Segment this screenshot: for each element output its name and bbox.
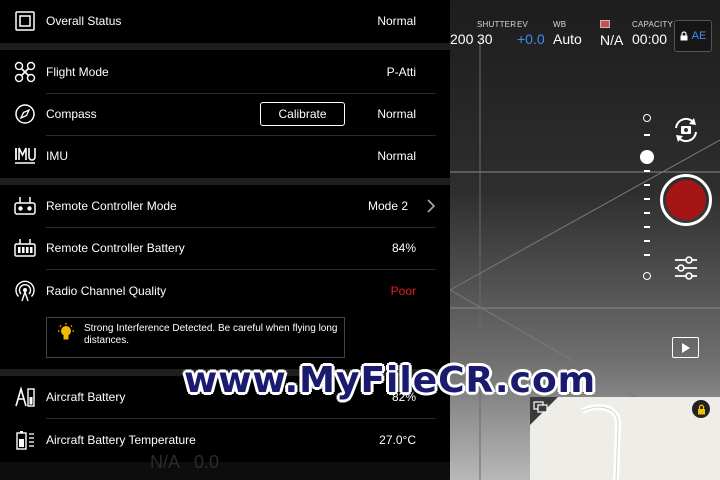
switch-camera-icon[interactable]: [670, 114, 702, 146]
imu-label: IMU: [46, 149, 68, 163]
playback-button[interactable]: [672, 337, 699, 358]
rc-mode-label: Remote Controller Mode: [46, 199, 177, 213]
flight-mode-label: Flight Mode: [46, 65, 109, 79]
slider-tick: [644, 134, 650, 136]
imu-icon: [14, 145, 36, 167]
compass-label: Compass: [46, 107, 97, 121]
calibrate-compass-button[interactable]: Calibrate: [260, 102, 345, 126]
map-toggle-icon[interactable]: [530, 397, 558, 425]
remote-controller-icon: [14, 195, 36, 217]
sd-card-icon: [600, 20, 623, 30]
ev-value: +0.0: [517, 31, 545, 47]
slider-tick: [644, 254, 650, 256]
map-lock-button[interactable]: [692, 400, 710, 418]
aircraft-status-panel: Overall Status Normal Flight Mode P-Atti…: [0, 0, 450, 480]
overall-status-label: Overall Status: [46, 14, 122, 28]
aircraft-battery-icon: [14, 386, 36, 408]
battery-temperature-icon: [14, 429, 36, 451]
storage-value: N/A: [600, 32, 624, 48]
slider-bottom-dot: [643, 272, 651, 280]
rc-battery-row: Remote Controller Battery 84%: [0, 227, 450, 269]
ae-lock-button[interactable]: AE: [674, 20, 712, 52]
shutter-label: SHUTTER: [477, 20, 517, 29]
rc-mode-value: Mode 2: [367, 199, 408, 213]
slider-tick: [644, 226, 650, 228]
ghost-readout: N/A 0.0: [150, 452, 220, 472]
watermark-text: www.MyFileCR.com: [184, 360, 597, 401]
ae-label: AE: [691, 30, 707, 42]
overall-status-row: Overall Status Normal: [0, 0, 450, 42]
overall-status-value: Normal: [377, 14, 416, 28]
battery-temperature-label: Aircraft Battery Temperature: [46, 433, 196, 447]
compass-row: Compass Normal: [0, 93, 450, 135]
radio-quality-value: Poor: [390, 284, 416, 298]
slider-tick: [644, 198, 650, 200]
slider-tick: [644, 212, 650, 214]
rc-battery-icon: [14, 237, 36, 259]
lock-icon: [680, 31, 688, 41]
chevron-right-icon[interactable]: [426, 199, 436, 213]
battery-temperature-value: 27.0°C: [379, 433, 416, 447]
record-button-core: [666, 180, 706, 220]
compass-icon: [14, 103, 36, 125]
map-lock-icon: [697, 404, 705, 414]
compass-value: Normal: [377, 107, 416, 121]
aircraft-battery-label: Aircraft Battery: [46, 390, 126, 404]
drone-icon: [14, 61, 36, 83]
flight-mode-row: Flight Mode P-Atti: [0, 51, 450, 93]
interference-warning: Strong Interference Detected. Be careful…: [46, 317, 345, 358]
camera-settings-icon[interactable]: [673, 255, 699, 281]
iso-value: 200: [450, 31, 474, 47]
overall-status-icon: [14, 10, 36, 32]
capacity-readout[interactable]: CAPACITY 00:00: [632, 20, 673, 47]
play-icon: [681, 342, 690, 353]
slider-top-dot: [643, 114, 651, 122]
lightbulb-icon: [58, 323, 74, 340]
rc-battery-label: Remote Controller Battery: [46, 241, 185, 255]
radio-quality-row: Radio Channel Quality Poor: [0, 270, 450, 312]
panel-footer: [0, 462, 450, 480]
rc-mode-row[interactable]: Remote Controller Mode Mode 2: [0, 185, 450, 227]
storage-readout[interactable]: N/A: [600, 20, 623, 48]
slider-tick: [644, 184, 650, 186]
radio-quality-label: Radio Channel Quality: [46, 284, 167, 298]
section-separator: [0, 43, 450, 50]
slider-knob[interactable]: [640, 150, 654, 164]
imu-value: Normal: [377, 149, 416, 163]
wb-value: Auto: [553, 31, 582, 47]
slider-tick: [644, 170, 650, 172]
capacity-value: 00:00: [632, 31, 668, 47]
wb-readout[interactable]: WB Auto: [553, 20, 582, 47]
section-separator: [0, 178, 450, 185]
interference-warning-text: Strong Interference Detected. Be careful…: [84, 323, 338, 346]
slider-tick: [644, 240, 650, 242]
radio-signal-icon: [14, 280, 36, 302]
record-button[interactable]: [660, 174, 712, 226]
shutter-readout[interactable]: SHUTTER 30: [477, 20, 516, 47]
ev-label: EV: [517, 20, 529, 29]
capacity-label: CAPACITY: [632, 20, 674, 29]
flight-mode-value: P-Atti: [386, 65, 416, 79]
imu-row: IMU Normal: [0, 135, 450, 177]
shutter-value: 30: [477, 31, 493, 47]
battery-temperature-row: Aircraft Battery Temperature 27.0°C: [0, 419, 450, 461]
ev-readout[interactable]: EV +0.0: [517, 20, 545, 47]
wb-label: WB: [553, 20, 567, 29]
iso-readout[interactable]: 200: [450, 20, 473, 47]
rc-battery-value: 84%: [391, 241, 416, 255]
